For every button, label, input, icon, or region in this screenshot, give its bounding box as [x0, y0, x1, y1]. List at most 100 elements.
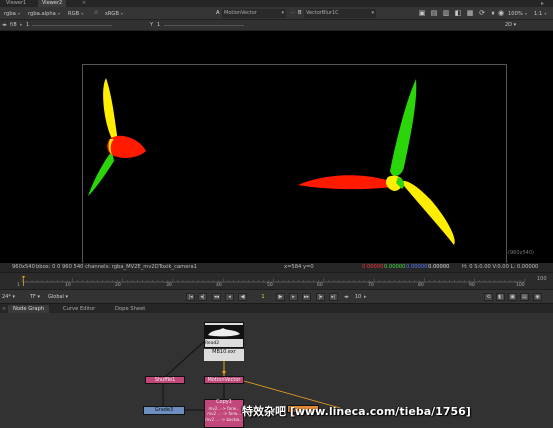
panel-menu-icon-left[interactable]: ≡: [2, 306, 6, 312]
motion-vector-node-label: MotionVector: [207, 377, 241, 383]
tf-dropdown[interactable]: TF ▾: [30, 294, 40, 300]
timeline[interactable]: 1 10 20 30 40 50 60 70 80 90 100 100: [0, 272, 553, 289]
close-tab-icon[interactable]: ×: [82, 1, 87, 6]
cache-button[interactable]: ▤: [520, 293, 529, 301]
gain-arrows-icon[interactable]: ◂▸: [2, 22, 7, 28]
green-value: 0.00000: [384, 264, 406, 270]
fps-dropdown[interactable]: 24* ▾: [2, 294, 15, 300]
alpha-value: 0.00000: [428, 264, 450, 270]
input-a-label: A: [216, 10, 220, 16]
loop-button[interactable]: ⟲: [484, 293, 493, 301]
shuffle-node-label: Shuffle1: [154, 377, 176, 383]
colorspace-mode-dropdown[interactable]: RGB ▾: [66, 9, 85, 18]
gamma-slider[interactable]: [164, 25, 244, 26]
gamma-value[interactable]: 1: [157, 22, 160, 28]
zoom-dropdown[interactable]: 100% ▾: [506, 9, 529, 18]
tick-label-20: 20: [115, 283, 121, 288]
motion-vector-node[interactable]: MotionVector: [204, 376, 244, 384]
gamma-label: Y: [150, 22, 154, 28]
roi-icon[interactable]: ▣: [418, 9, 426, 17]
increment-arrow-icon[interactable]: ▸: [364, 294, 367, 300]
playhead-marker[interactable]: [22, 276, 25, 279]
tick-label-100: 100: [516, 283, 525, 288]
increment-field[interactable]: 10: [355, 294, 361, 300]
channels-dropdown[interactable]: rgba ▾: [2, 9, 22, 18]
gain-stepper-icon[interactable]: ▸: [20, 22, 23, 28]
current-frame-field[interactable]: 1: [258, 294, 268, 300]
copy-node[interactable]: Copy1 mv2...-> forw... mv2 ... -> forw..…: [204, 399, 244, 428]
read-thumbnail: [205, 325, 243, 339]
bbox-channels-label: bbox: 0 0 960 540 channels: rgba_MV2E_mv…: [36, 264, 198, 270]
blue-value: 0.00000: [406, 264, 428, 270]
copy-node-line3: mv2 ... -> backw...: [205, 416, 243, 422]
frame-number[interactable]: 1: [26, 22, 29, 28]
format-label: 960x540: [12, 264, 35, 270]
cursor-coords: x=584 y=0: [284, 264, 314, 270]
rendered-image: [88, 78, 455, 245]
ratio-dropdown[interactable]: 1:1 ▾: [532, 9, 548, 18]
tick-label-10: 10: [65, 283, 71, 288]
scope-dropdown[interactable]: Global ▾: [48, 294, 68, 300]
view-mode-dropdown[interactable]: 2D ▾: [505, 22, 516, 28]
refresh-icon[interactable]: ⟳: [478, 9, 486, 17]
gain-slider[interactable]: [32, 25, 112, 26]
panel-tabs: ≡ Node Graph Curve Editor Dope Sheet: [0, 303, 553, 314]
right-propeller: [298, 79, 455, 245]
play-backward-button[interactable]: ◀: [238, 293, 247, 301]
last-frame-button[interactable]: ▸|: [329, 293, 338, 301]
lock-icon[interactable]: ◉: [497, 9, 505, 17]
range-button[interactable]: ▣: [508, 293, 517, 301]
tick-label-70: 70: [368, 283, 374, 288]
viewer-tab-strip: Viewer1 Viewer2 × ▸: [0, 0, 553, 7]
proxy-toggle[interactable]: ⊘: [92, 9, 100, 18]
bounce-button[interactable]: ◧: [496, 293, 505, 301]
watermark: 特效杂吧 [www.lineca.com/tieba/1756]: [242, 405, 471, 418]
step-back-button[interactable]: ◂: [225, 293, 234, 301]
playback-controls: 24* ▾ TF ▾ Global ▾ |◂ ◂| ◂◂ ◂ ◀ 1 ▶ ▸ ▸…: [0, 289, 553, 303]
copy-node-line2: mv2 ... -> forw...: [207, 411, 241, 416]
guides-icon[interactable]: ◧: [454, 9, 462, 17]
prev-keyframe-button[interactable]: ◂|: [198, 293, 207, 301]
tab-viewer1[interactable]: Viewer1: [2, 0, 30, 7]
step-forward-increment-button[interactable]: ▸▸: [302, 293, 311, 301]
step-back-increment-button[interactable]: ◂◂: [212, 293, 221, 301]
red-value: 0.00000: [362, 264, 384, 270]
read-node-file: MB10.exr: [204, 349, 244, 361]
step-forward-button[interactable]: ▸: [289, 293, 298, 301]
grade-node[interactable]: Grade3: [143, 406, 185, 415]
tick-label-90: 90: [469, 283, 475, 288]
overlay-icon[interactable]: ▥: [442, 9, 450, 17]
first-frame-button[interactable]: |◂: [186, 293, 195, 301]
read-node-name: Read2: [205, 341, 220, 346]
tick-label-40: 40: [216, 283, 222, 288]
viewer-toolbar: rgba ▾ rgba.alpha ▾ RGB ▾ ⊘ sRGB ▾ A MotionV…: [0, 7, 553, 20]
tick-label-30: 30: [166, 283, 172, 288]
hsvl-values: H: 0 S:0.00 V:0.00 L: 0.00000: [462, 264, 539, 270]
viewer-canvas[interactable]: (960x540): [0, 31, 553, 286]
tick-label-50: 50: [267, 283, 273, 288]
alpha-dropdown[interactable]: rgba.alpha ▾: [26, 9, 62, 18]
input-b-dropdown[interactable]: VectorBlur1C ▾: [304, 9, 376, 18]
pixel-info-bar: 960x540 bbox: 0 0 960 540 channels: rgba…: [0, 263, 553, 272]
increment-arrows-icon[interactable]: ◂▸: [344, 294, 349, 300]
viewer-toolbar-2: ◂▸ f/8 ▸ 1 Y 1 2D ▾: [0, 20, 553, 31]
panel-menu-icon[interactable]: ▸: [541, 0, 544, 7]
colorspace-dropdown[interactable]: sRGB ▾: [103, 9, 125, 18]
tick-label-80: 80: [418, 283, 424, 288]
clip-warning-icon[interactable]: ▤: [430, 9, 438, 17]
settings-button[interactable]: ◉: [533, 293, 542, 301]
next-keyframe-button[interactable]: |▸: [316, 293, 325, 301]
mask-icon[interactable]: ▦: [466, 9, 474, 17]
tick-label-1: 1: [17, 283, 20, 288]
input-b-label: B: [298, 10, 302, 16]
end-frame-field[interactable]: 100: [537, 276, 547, 282]
pause-icon[interactable]: ⏸: [489, 9, 497, 17]
shuffle-node[interactable]: Shuffle1: [145, 376, 185, 384]
play-forward-button[interactable]: ▶: [276, 293, 285, 301]
tick-label-60: 60: [317, 283, 323, 288]
input-a-dropdown[interactable]: MotionVector ▾: [222, 9, 286, 18]
read-node[interactable]: Read2: [204, 322, 244, 348]
left-propeller: [88, 78, 146, 196]
tab-viewer2[interactable]: Viewer2: [38, 0, 67, 7]
fstop-value[interactable]: f/8: [10, 22, 17, 28]
